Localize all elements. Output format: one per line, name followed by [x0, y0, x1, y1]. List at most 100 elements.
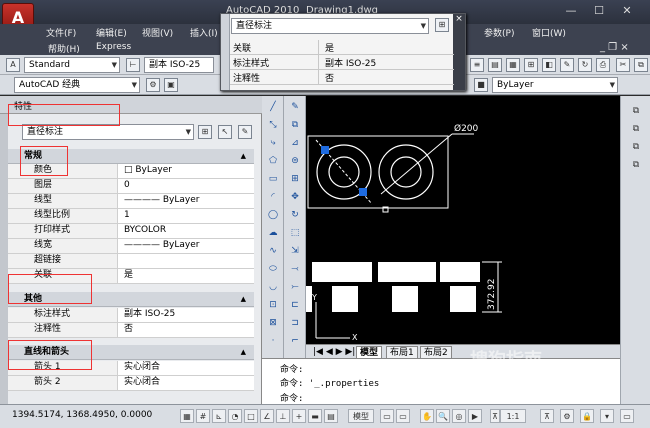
grid-icon[interactable]: # [196, 409, 210, 423]
window-arrange-icon[interactable]: ⧉ [629, 140, 643, 154]
join-icon[interactable]: ⊐ [288, 316, 302, 330]
clean-screen-icon[interactable]: ▭ [620, 409, 634, 423]
zoom-icon[interactable]: 🔍 [436, 409, 450, 423]
model-toggle-button[interactable]: 模型 [348, 409, 374, 423]
layout-sheet-icon[interactable]: ▭ [396, 409, 410, 423]
drag-handle[interactable] [221, 14, 230, 90]
workspace-switch-icon[interactable]: ⚙ [560, 409, 574, 423]
prop-row[interactable]: 线型 ———— ByLayer [8, 194, 254, 209]
layer-select[interactable]: ByLayer ▼ [492, 77, 618, 93]
erase-icon[interactable]: ✎ [288, 100, 302, 114]
menu-view[interactable]: 视图(V) [142, 26, 173, 39]
menu-parametric[interactable]: 参数(P) [484, 26, 514, 39]
markup-icon[interactable]: ✎ [560, 58, 574, 72]
lineweight-icon[interactable]: ▬ [308, 409, 322, 423]
design-center-icon[interactable]: ⊞ [524, 58, 538, 72]
close-icon[interactable]: ✕ [616, 3, 638, 19]
workspace-settings-icon[interactable]: ⚙ [146, 78, 160, 92]
window-cascade-icon[interactable]: ⧉ [629, 104, 643, 118]
rotate-icon[interactable]: ↻ [288, 208, 302, 222]
offset-icon[interactable]: ⊜ [288, 154, 302, 168]
redo-icon[interactable]: ↻ [578, 58, 592, 72]
select-objects-icon[interactable]: ↖ [218, 125, 232, 139]
doc-window-controls-icon[interactable]: _ ❐ × [600, 42, 629, 53]
quick-props-icon[interactable]: ▤ [324, 409, 338, 423]
ellipse-arc-icon[interactable]: ◡ [266, 280, 280, 294]
ducs-icon[interactable]: ⊥ [276, 409, 290, 423]
command-prompt[interactable]: 命令: [280, 391, 303, 404]
tab-nav-icon[interactable]: |◀ ◀ ▶ ▶| [310, 346, 358, 358]
window-tile-icon[interactable]: ⧉ [629, 122, 643, 136]
text-style-select[interactable]: Standard ▼ [24, 57, 120, 73]
layout-view-icon[interactable]: ▭ [380, 409, 394, 423]
array-icon[interactable]: ⊞ [288, 172, 302, 186]
dim-style-select[interactable]: 副本 ISO-25 [144, 57, 214, 73]
menu-window[interactable]: 窗口(W) [532, 26, 566, 39]
polygon-icon[interactable]: ⬠ [266, 154, 280, 168]
statusbar-menu-icon[interactable]: ▾ [600, 409, 614, 423]
ellipse-icon[interactable]: ⬭ [266, 262, 280, 276]
workspace-save-icon[interactable]: ▣ [164, 78, 178, 92]
circle-icon[interactable]: ◯ [266, 208, 280, 222]
copy-object-icon[interactable]: ⧉ [288, 118, 302, 132]
insert-block-icon[interactable]: ⊡ [266, 298, 280, 312]
menu-edit[interactable]: 编辑(E) [96, 26, 127, 39]
lock-icon[interactable]: 🔒 [580, 409, 594, 423]
command-line[interactable]: 命令: 命令: '_.properties 命令: [262, 358, 620, 404]
quick-select-icon[interactable]: ✎ [238, 125, 252, 139]
prop-row[interactable]: 标注样式 副本 ISO-25 [8, 308, 254, 323]
polar-icon[interactable]: ◔ [228, 409, 242, 423]
qp-value[interactable]: 是 [322, 41, 334, 54]
spline-icon[interactable]: ∿ [266, 244, 280, 258]
make-block-icon[interactable]: ⊠ [266, 316, 280, 330]
polyline-icon[interactable]: ⤷ [266, 136, 280, 150]
prop-row[interactable]: 注释性否 [8, 323, 254, 338]
break-icon[interactable]: ⊏ [288, 298, 302, 312]
qp-type-select[interactable]: 直径标注 ▼ [231, 18, 429, 34]
osnap-icon[interactable]: □ [244, 409, 258, 423]
prop-row[interactable]: 超链接 [8, 254, 254, 269]
toggle-pickadd-icon[interactable]: ⊞ [198, 125, 212, 139]
selection-select[interactable]: 直径标注 ▼ [22, 124, 194, 140]
window-list-icon[interactable]: ⧉ [629, 158, 643, 172]
maximize-icon[interactable]: ☐ [588, 3, 610, 19]
trim-icon[interactable]: ⤙ [288, 262, 302, 276]
menu-help[interactable]: 帮助(H) [48, 42, 80, 55]
rectangle-icon[interactable]: ▭ [266, 172, 280, 186]
scale-icon[interactable]: ⬚ [288, 226, 302, 240]
mirror-icon[interactable]: ⊿ [288, 136, 302, 150]
construction-line-icon[interactable]: ⤡ [266, 118, 280, 132]
menu-insert[interactable]: 插入(I) [190, 26, 218, 39]
qp-close-button[interactable]: × [453, 14, 465, 90]
prop-row[interactable]: 线宽 ———— ByLayer [8, 239, 254, 254]
point-icon[interactable]: · [266, 334, 280, 348]
prop-row[interactable]: 打印样式 BYCOLOR [8, 224, 254, 239]
steering-wheel-icon[interactable]: ◎ [452, 409, 466, 423]
otrack-icon[interactable]: ∠ [260, 409, 274, 423]
menu-file[interactable]: 文件(F) [46, 26, 76, 39]
prop-row[interactable]: 线型比例 1 [8, 209, 254, 224]
cut-icon[interactable]: ✂ [616, 58, 630, 72]
ortho-icon[interactable]: ⊾ [212, 409, 226, 423]
qp-customize-icon[interactable]: ⊞ [435, 18, 449, 32]
annotation-scale-value[interactable]: 1:1 [500, 409, 526, 423]
extend-icon[interactable]: ⤚ [288, 280, 302, 294]
qp-value[interactable]: 副本 ISO-25 [322, 56, 376, 69]
palette-side-grip[interactable] [0, 114, 8, 404]
showmotion-icon[interactable]: ▶ [468, 409, 482, 423]
chamfer-icon[interactable]: ⌐ [288, 334, 302, 348]
sheet-icon[interactable]: ▤ [488, 58, 502, 72]
move-icon[interactable]: ✥ [288, 190, 302, 204]
prop-row[interactable]: 箭头 2 实心闭合 [8, 376, 254, 391]
workspace-select[interactable]: AutoCAD 经典 ▼ [14, 77, 140, 93]
tool-palette-icon[interactable]: ◧ [542, 58, 556, 72]
stretch-icon[interactable]: ⇲ [288, 244, 302, 258]
minimize-icon[interactable]: — [560, 3, 582, 19]
grip-handle[interactable] [321, 146, 329, 154]
dyn-icon[interactable]: + [292, 409, 306, 423]
line-icon[interactable]: ╱ [266, 100, 280, 114]
publish-icon[interactable]: ⎙ [596, 58, 610, 72]
annotation-visibility-icon[interactable]: ⊼ [540, 409, 554, 423]
arc-icon[interactable]: ◜ [266, 190, 280, 204]
prop-row[interactable]: 图层 0 [8, 179, 254, 194]
